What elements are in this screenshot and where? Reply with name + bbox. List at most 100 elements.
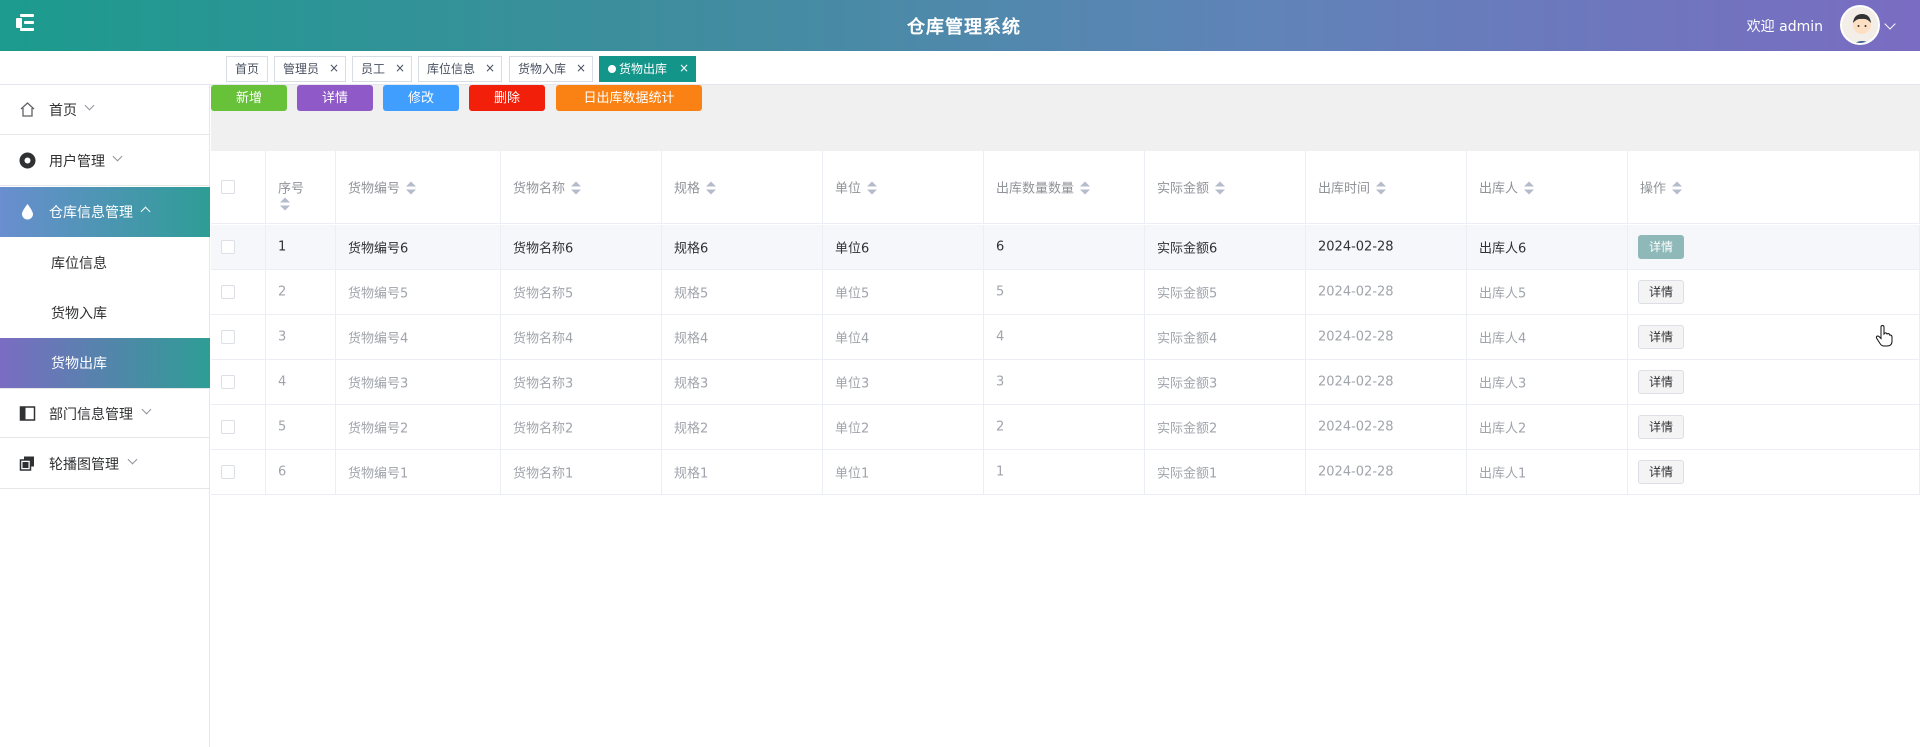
tab-label: 货物入库 [518,62,567,76]
cell-text: 货物名称3 [513,376,574,392]
sort-icon[interactable] [280,197,290,212]
close-icon[interactable]: × [329,56,339,80]
detail-button[interactable]: 详情 [297,85,373,111]
tab-inbound[interactable]: 货物入库 × [509,56,593,82]
delete-button[interactable]: 删除 [469,85,545,111]
sidebar-item-warehouse[interactable]: 仓库信息管理 [0,187,210,237]
close-icon[interactable]: × [485,56,495,80]
header-cell-index[interactable]: 序号 [266,151,336,223]
cell-amount: 实际金额5 [1145,270,1306,314]
row-checkbox[interactable] [221,420,235,434]
header-cell-spec[interactable]: 规格 [662,151,823,223]
header-text: 出库数量数量 [996,181,1075,197]
sort-icon[interactable] [406,181,417,196]
row-checkbox[interactable] [221,285,235,299]
sort-icon[interactable] [1672,181,1683,196]
sort-icon[interactable] [867,181,878,196]
header-cell-actions[interactable]: 操作 [1628,151,1920,223]
cell-amount: 实际金额6 [1145,225,1306,269]
header-cell-goods-name[interactable]: 货物名称 [501,151,662,223]
sidebar-item-home[interactable]: 首页 [0,85,210,135]
add-button[interactable]: 新增 [211,85,287,111]
cell-index: 5 [266,405,336,449]
header-cell-amount[interactable]: 实际金额 [1145,151,1306,223]
sort-icon[interactable] [1524,181,1535,196]
row-detail-button[interactable]: 详情 [1638,235,1684,259]
cell-goods-name: 货物名称3 [501,360,662,404]
sort-icon[interactable] [706,181,717,196]
row-detail-button[interactable]: 详情 [1638,280,1684,304]
user-icon [19,152,36,169]
tab-label: 货物出库 [619,62,668,76]
home-icon [20,102,35,117]
row-detail-button[interactable]: 详情 [1638,415,1684,439]
tab-staff[interactable]: 员工 × [352,56,412,82]
edit-button[interactable]: 修改 [383,85,459,111]
cell-text: 单位3 [835,376,870,392]
close-icon[interactable]: × [576,56,586,80]
cell-text: 出库人6 [1479,241,1527,257]
cell-out-time: 2024-02-28 [1306,315,1467,359]
sidebar-item-inbound[interactable]: 货物入库 [0,288,210,338]
header-label: 实际金额 [1157,178,1226,197]
cell-actions: 详情 [1628,450,1920,494]
tab-admin[interactable]: 管理员 × [274,56,346,82]
select-all-checkbox[interactable] [221,180,235,194]
tab-location[interactable]: 库位信息 × [418,56,502,82]
row-checkbox[interactable] [221,240,235,254]
sort-icon[interactable] [571,181,582,196]
header-cell-unit[interactable]: 单位 [823,151,984,223]
daily-stats-button[interactable]: 日出库数据统计 [556,85,702,111]
cell-text: 2024-02-28 [1318,284,1394,300]
cell-text: 规格6 [674,241,709,257]
header-cell-quantity[interactable]: 出库数量数量 [984,151,1145,223]
cell-text: 货物编号6 [348,241,409,257]
table-row[interactable]: 4 货物编号3 货物名称3 规格3 单位3 3 实际金额3 2024-02-28 出库人3 详情 [211,360,1920,405]
table-row[interactable]: 5 货物编号2 货物名称2 规格2 单位2 2 实际金额2 2024-02-28 出库人2 详情 [211,405,1920,450]
tab-outbound[interactable]: 货物出库 × [599,56,696,82]
row-checkbox[interactable] [221,375,235,389]
header-cell-goods-code[interactable]: 货物编号 [336,151,501,223]
sidebar-item-label: 仓库信息管理 [49,205,133,221]
table-row[interactable]: 3 货物编号4 货物名称4 规格4 单位4 4 实际金额4 2024-02-28 出库人4 详情 [211,315,1920,360]
row-detail-button[interactable]: 详情 [1638,325,1684,349]
row-checkbox[interactable] [221,465,235,479]
sidebar-item-department[interactable]: 部门信息管理 [0,388,210,438]
header-text: 货物名称 [513,181,566,197]
row-detail-button[interactable]: 详情 [1638,370,1684,394]
table-row[interactable]: 2 货物编号5 货物名称5 规格5 单位5 5 实际金额5 2024-02-28 出库人5 详情 [211,270,1920,315]
row-detail-button[interactable]: 详情 [1638,460,1684,484]
sidebar-item-users[interactable]: 用户管理 [0,136,210,186]
cell-text: 实际金额3 [1157,376,1218,392]
sidebar-item-outbound[interactable]: 货物出库 [0,338,210,388]
avatar[interactable] [1840,5,1880,45]
table-row[interactable]: 6 货物编号1 货物名称1 规格1 单位1 1 实际金额1 2024-02-28 出库人1 详情 [211,450,1920,495]
row-checkbox[interactable] [221,330,235,344]
active-dot-icon [608,65,616,73]
header-cell-operator[interactable]: 出库人 [1467,151,1628,223]
sidebar-item-carousel[interactable]: 轮播图管理 [0,439,210,489]
cell-text: 货物编号3 [348,376,409,392]
welcome-text: 欢迎 admin [1746,19,1823,35]
table-row[interactable]: 1 货物编号6 货物名称6 规格6 单位6 6 实际金额6 2024-02-28 出库人6 详情 [211,225,1920,270]
tab-home[interactable]: 首页 [226,56,268,82]
cell-unit: 单位3 [823,360,984,404]
close-icon[interactable]: × [679,56,689,80]
header-cell-out-time[interactable]: 出库时间 [1306,151,1467,223]
cell-operator: 出库人1 [1467,450,1628,494]
cell-out-time: 2024-02-28 [1306,450,1467,494]
cell-text: 4 [278,374,287,390]
cell-text: 6 [278,464,287,480]
sort-icon[interactable] [1376,181,1387,196]
sort-icon[interactable] [1080,181,1091,196]
cell-spec: 规格5 [662,270,823,314]
cell-select [211,450,266,494]
chevron-down-icon [112,151,123,162]
cell-text: 实际金额6 [1157,241,1218,257]
sidebar-item-location[interactable]: 库位信息 [0,238,210,288]
cell-select [211,405,266,449]
cell-text: 规格2 [674,421,709,437]
sort-icon[interactable] [1215,181,1226,196]
close-icon[interactable]: × [395,56,405,80]
cell-text: 规格1 [674,466,709,482]
